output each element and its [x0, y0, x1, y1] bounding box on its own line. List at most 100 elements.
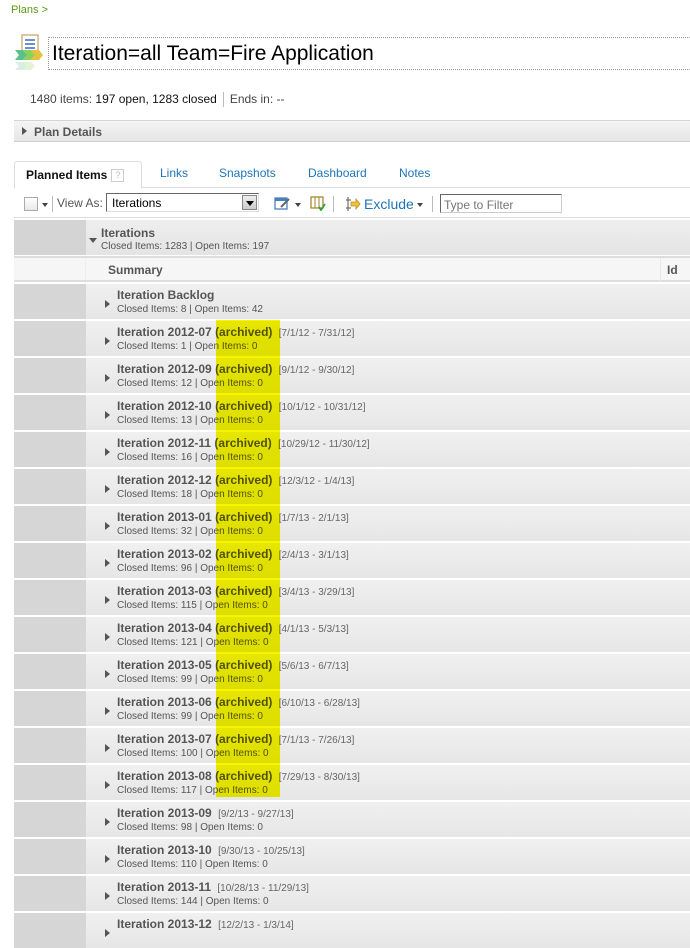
iteration-row[interactable]: Iteration 2013-09 [9/2/13 - 9/27/13] Clos…	[14, 800, 690, 837]
iteration-row[interactable]: Iteration 2012-09 (archived) [9/1/12 - 9…	[14, 356, 690, 393]
iteration-name[interactable]: Iteration 2013-11	[117, 880, 211, 894]
archived-label: (archived)	[215, 584, 273, 598]
collapse-icon[interactable]	[89, 238, 97, 243]
breadcrumb[interactable]: Plans >	[11, 4, 48, 16]
iteration-name[interactable]: Iteration 2012-07	[117, 325, 212, 339]
tab-notes[interactable]: Notes	[399, 166, 430, 180]
iteration-row[interactable]: Iteration 2013-05 (archived) [5/6/13 - 6…	[14, 652, 690, 689]
iteration-name[interactable]: Iteration 2013-07	[117, 732, 212, 746]
view-as-select[interactable]: Iterations	[106, 193, 259, 212]
help-icon[interactable]: ?	[111, 169, 125, 182]
iteration-row[interactable]: Iteration Backlog Closed Items: 8 | Open …	[14, 282, 690, 319]
expand-icon[interactable]	[105, 781, 110, 789]
expand-icon[interactable]	[105, 670, 110, 678]
iteration-row[interactable]: Iteration 2013-11 [10/28/13 - 11/29/13] C…	[14, 874, 690, 911]
iteration-row[interactable]: Iteration 2013-01 (archived) [1/7/13 - 2…	[14, 504, 690, 541]
iteration-name[interactable]: Iteration 2012-12	[117, 473, 212, 487]
edit-icon[interactable]	[274, 196, 290, 210]
iteration-list: Iteration Backlog Closed Items: 8 | Open …	[14, 282, 690, 948]
iteration-name[interactable]: Iteration 2012-11	[117, 436, 211, 450]
archived-label: (archived)	[214, 436, 272, 450]
iteration-title: Iteration 2013-12 [12/2/13 - 1/3/14]	[117, 917, 294, 931]
row-gutter	[14, 432, 86, 467]
select-all-checkbox[interactable]	[24, 197, 38, 211]
iteration-dates: [9/30/13 - 10/25/13]	[218, 846, 305, 857]
plan-details-section[interactable]: Plan Details	[14, 120, 690, 142]
iteration-name[interactable]: Iteration 2013-05	[117, 658, 212, 672]
chevron-down-icon[interactable]	[417, 203, 423, 207]
plan-details-label: Plan Details	[34, 125, 103, 139]
iteration-name[interactable]: Iteration 2013-09	[117, 806, 212, 820]
group-counts: Closed Items: 1283 | Open Items: 197	[101, 241, 270, 252]
expand-icon[interactable]	[105, 818, 110, 826]
iteration-name[interactable]: Iteration 2013-10	[117, 843, 212, 857]
column-header-summary[interactable]: Summary	[108, 263, 163, 277]
iteration-name[interactable]: Iteration 2013-03	[117, 584, 212, 598]
tab-planned-items[interactable]: Planned Items?	[14, 161, 142, 189]
columns-icon[interactable]	[310, 196, 326, 211]
iteration-name[interactable]: Iteration Backlog	[117, 288, 214, 302]
tab-dashboard[interactable]: Dashboard	[308, 166, 367, 180]
iteration-row[interactable]: Iteration 2013-03 (archived) [3/4/13 - 3…	[14, 578, 690, 615]
tab-snapshots[interactable]: Snapshots	[219, 166, 276, 180]
expand-icon[interactable]	[105, 448, 110, 456]
expand-icon[interactable]	[105, 929, 110, 937]
iteration-row[interactable]: Iteration 2013-02 (archived) [2/4/13 - 3…	[14, 541, 690, 578]
tab-links[interactable]: Links	[160, 166, 188, 180]
iteration-counts: Closed Items: 32 | Open Items: 0	[117, 526, 263, 537]
dropdown-button[interactable]	[242, 195, 257, 210]
expand-icon[interactable]	[105, 337, 110, 345]
expand-icon[interactable]	[105, 559, 110, 567]
iteration-row[interactable]: Iteration 2013-08 (archived) [7/29/13 - …	[14, 763, 690, 800]
iteration-row[interactable]: Iteration 2012-07 (archived) [7/1/12 - 7…	[14, 319, 690, 356]
column-divider[interactable]	[660, 258, 661, 284]
divider	[432, 196, 433, 212]
iteration-name[interactable]: Iteration 2013-12	[117, 917, 212, 931]
expand-icon[interactable]	[105, 892, 110, 900]
chevron-down-icon[interactable]	[295, 203, 301, 207]
chevron-down-icon[interactable]	[42, 203, 48, 207]
iteration-title: Iteration 2013-06 (archived) [6/10/13 - …	[117, 695, 360, 709]
view-as-label: View As:	[57, 196, 103, 210]
exclude-button[interactable]: Exclude	[364, 196, 414, 212]
iteration-name[interactable]: Iteration 2013-01	[117, 510, 212, 524]
iteration-row[interactable]: Iteration 2012-10 (archived) [10/1/12 - …	[14, 393, 690, 430]
expand-icon[interactable]	[105, 633, 110, 641]
iteration-title: Iteration 2012-11 (archived) [10/29/12 -…	[117, 436, 370, 450]
iteration-name[interactable]: Iteration 2013-08	[117, 769, 212, 783]
iteration-name[interactable]: Iteration 2013-04	[117, 621, 212, 635]
expand-icon[interactable]	[105, 707, 110, 715]
expand-icon[interactable]	[105, 855, 110, 863]
iteration-name[interactable]: Iteration 2013-06	[117, 695, 212, 709]
iteration-title: Iteration 2013-01 (archived) [1/7/13 - 2…	[117, 510, 349, 524]
iteration-row[interactable]: Iteration 2012-11 (archived) [10/29/12 -…	[14, 430, 690, 467]
planned-items-grid: Iterations Closed Items: 1283 | Open Ite…	[14, 220, 690, 948]
iteration-row[interactable]: Iteration 2013-06 (archived) [6/10/13 - …	[14, 689, 690, 726]
expand-icon[interactable]	[105, 744, 110, 752]
row-gutter	[14, 617, 86, 652]
expand-icon[interactable]	[105, 300, 110, 308]
iteration-row[interactable]: Iteration 2013-04 (archived) [4/1/13 - 5…	[14, 615, 690, 652]
expand-icon[interactable]	[105, 522, 110, 530]
iteration-dates: [9/2/13 - 9/27/13]	[218, 809, 294, 820]
group-header-iterations[interactable]: Iterations Closed Items: 1283 | Open Ite…	[14, 220, 690, 256]
iteration-title: Iteration Backlog	[117, 288, 214, 302]
iteration-row[interactable]: Iteration 2013-10 [9/30/13 - 10/25/13] Cl…	[14, 837, 690, 874]
expand-icon[interactable]	[105, 411, 110, 419]
filter-input[interactable]	[440, 194, 562, 213]
row-gutter	[14, 395, 86, 430]
iteration-row[interactable]: Iteration 2012-12 (archived) [12/3/12 - …	[14, 467, 690, 504]
iteration-row[interactable]: Iteration 2013-07 (archived) [7/1/13 - 7…	[14, 726, 690, 763]
iteration-row[interactable]: Iteration 2013-12 [12/2/13 - 1/3/14]	[14, 911, 690, 948]
page-title[interactable]: Iteration=all Team=Fire Application	[48, 37, 690, 70]
iteration-title: Iteration 2013-07 (archived) [7/1/13 - 7…	[117, 732, 354, 746]
expand-icon[interactable]	[105, 485, 110, 493]
iteration-name[interactable]: Iteration 2012-09	[117, 362, 212, 376]
iteration-name[interactable]: Iteration 2013-02	[117, 547, 212, 561]
iteration-name[interactable]: Iteration 2012-10	[117, 399, 212, 413]
column-header-id[interactable]: Id	[667, 263, 678, 277]
iteration-dates: [10/29/12 - 11/30/12]	[278, 439, 370, 450]
expand-icon[interactable]	[105, 596, 110, 604]
expand-icon[interactable]	[105, 374, 110, 382]
archived-label: (archived)	[215, 399, 273, 413]
